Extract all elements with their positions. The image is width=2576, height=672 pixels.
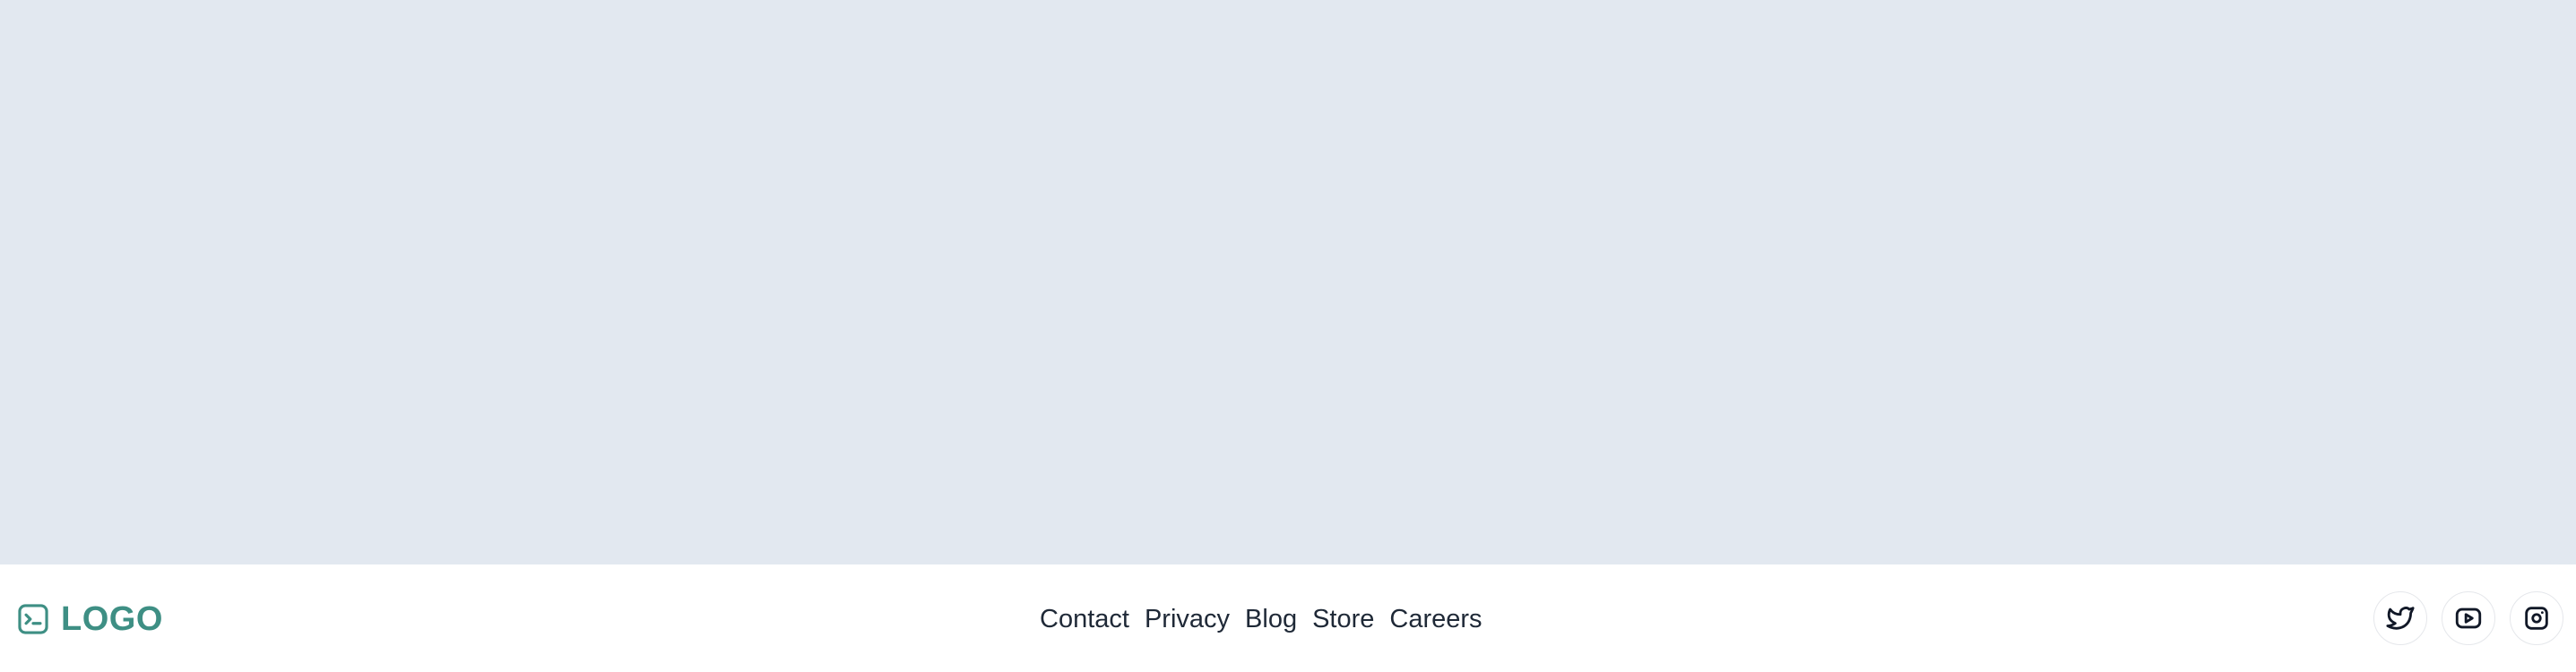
- youtube-button[interactable]: [2442, 591, 2495, 645]
- hero-placeholder: [0, 0, 2576, 564]
- twitter-icon: [2386, 607, 2415, 630]
- twitter-button[interactable]: [2373, 591, 2427, 645]
- footer-link-blog[interactable]: Blog: [1245, 605, 1297, 634]
- youtube-icon: [2455, 607, 2482, 629]
- footer-link-careers[interactable]: Careers: [1389, 605, 1482, 634]
- instagram-icon: [2525, 607, 2548, 630]
- page: LOGO Contact Privacy Blog Store Careers: [0, 0, 2576, 672]
- logo-text: LOGO: [61, 599, 163, 638]
- footer-link-privacy[interactable]: Privacy: [1145, 605, 1230, 634]
- instagram-button[interactable]: [2510, 591, 2563, 645]
- footer-link-contact[interactable]: Contact: [1040, 605, 1129, 634]
- social-links: [2359, 591, 2563, 645]
- footer-nav: Contact Privacy Blog Store Careers: [1040, 600, 1482, 638]
- logo-link[interactable]: LOGO: [16, 600, 163, 638]
- terminal-square-icon: [18, 604, 48, 634]
- footer: LOGO Contact Privacy Blog Store Careers: [0, 564, 2576, 672]
- footer-link-store[interactable]: Store: [1312, 605, 1374, 634]
